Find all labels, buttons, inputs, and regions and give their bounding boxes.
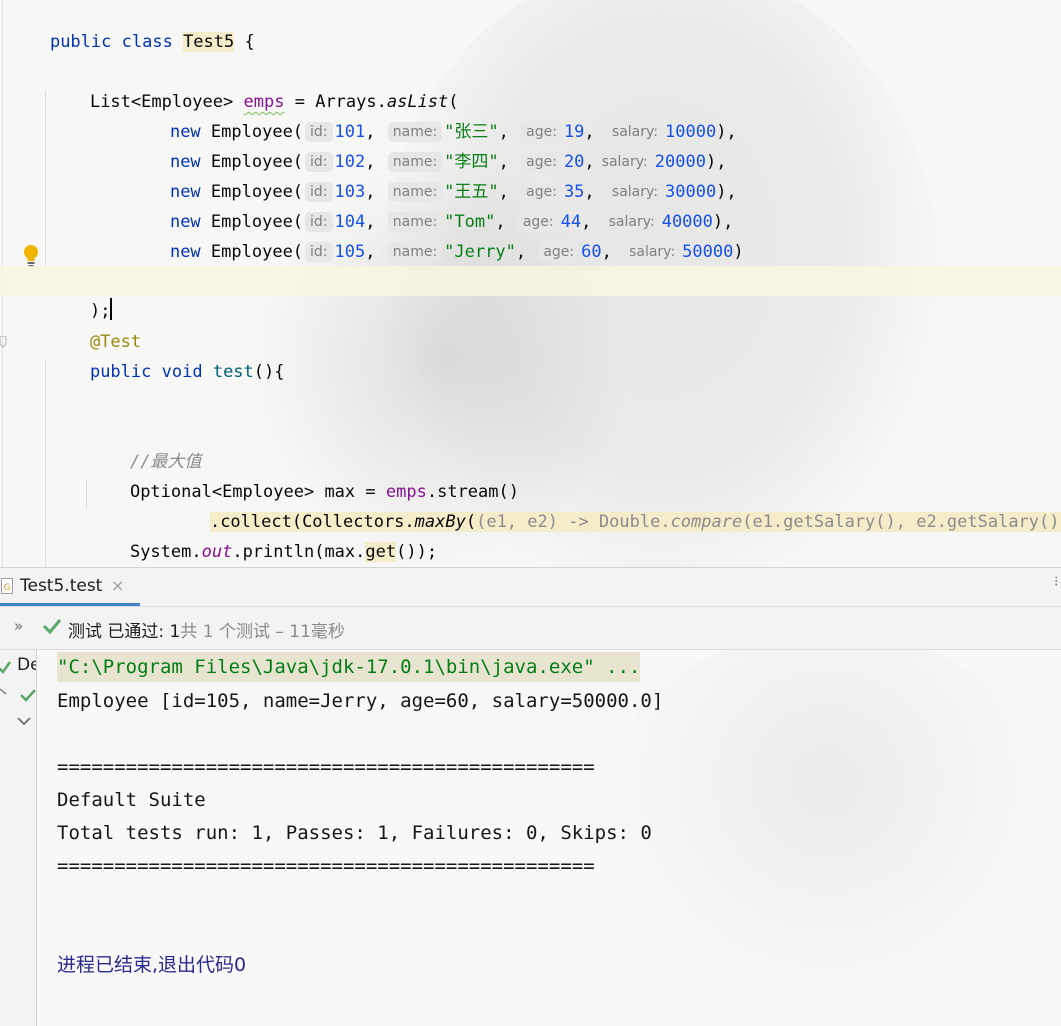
class-ref: System. [129, 542, 202, 562]
paren: ( [465, 512, 477, 532]
chevron-down-icon[interactable] [17, 716, 31, 726]
status-summary: 共 1 个测试 – 11毫秒 [180, 622, 345, 642]
console-line: ========================================… [57, 855, 595, 877]
console-line: Employee [id=105, name=Jerry, age=60, sa… [57, 690, 664, 712]
check-icon [42, 619, 62, 635]
code-line-employee[interactable]: new Employee(id: 101, name: "张三", age: 19, … [129, 87, 737, 142]
code-editor[interactable]: public class Test5 { List<Employee> emps… [0, 0, 1061, 567]
indent-guide [86, 480, 87, 510]
param-hint: id: [305, 242, 333, 262]
console-line-exit: 进程已结束,退出代码0 [57, 954, 247, 976]
run-tab-bar: G Test5.test × ⁝ [0, 568, 1061, 607]
test-tree: De [0, 650, 37, 1026]
method-name: get [365, 542, 397, 562]
tree-arrow-icon [0, 688, 7, 695]
svg-text:G: G [4, 583, 11, 593]
lambda-args: (e1.getSalary(), e2.getSalary()) [742, 512, 1061, 532]
test-status-bar: » 测试 已通过: 1共 1 个测试 – 11毫秒 [0, 607, 1061, 650]
number-literal: 50000 [682, 242, 734, 262]
indent-guide [45, 360, 46, 567]
keyword: void [161, 362, 203, 382]
keyword: public [89, 362, 152, 382]
code-line-employee[interactable]: new Employee(id: 104, name: "Tom", age: 44,… [129, 177, 733, 232]
code-line-employee[interactable]: new Employee(id: 102, name: "李四", age: 20, s… [129, 117, 726, 172]
punct: ()); [396, 542, 438, 562]
code-line-comment[interactable]: //最大值 [89, 417, 201, 472]
fold-marker-icon[interactable] [0, 336, 7, 348]
code-line-employee[interactable]: new Employee(id: 103, name: "王五", age: 35, … [129, 147, 737, 202]
string-literal: "Jerry" [444, 242, 516, 262]
code-line-list-decl[interactable]: List<Employee> emps = Arrays.asList( [49, 57, 459, 112]
lightbulb-icon[interactable] [22, 244, 40, 268]
background-image [597, 650, 1057, 1010]
code-line-println[interactable]: System.out.println(max.get()); [89, 507, 437, 562]
constructor: Employee( [210, 242, 304, 262]
method-name: compare [670, 512, 743, 532]
punct: (){ [253, 362, 285, 382]
lambda-params: (e1, e2) -> Double. [476, 512, 671, 532]
code-line-annotation[interactable]: @Test [49, 297, 141, 352]
test-run-icon: G [1, 578, 13, 594]
param-hint: name: [387, 242, 443, 262]
class-name: Test5 [183, 32, 235, 52]
check-icon [20, 689, 36, 702]
brace: { [244, 32, 255, 52]
expand-icon[interactable]: » [14, 617, 23, 635]
param-hint: salary: [624, 242, 681, 262]
status-passed: 测试 已通过: 1 [68, 622, 181, 642]
close-icon[interactable]: × [111, 576, 124, 595]
console-line: Default Suite [57, 789, 206, 811]
code-line-class-decl[interactable]: public class Test5 { [9, 0, 255, 52]
code-line-optional[interactable]: Optional<Employee> max = emps.stream() [89, 447, 519, 502]
param-hint: age: [538, 242, 580, 262]
console-line: ========================================… [57, 756, 595, 778]
tab-test5-test[interactable]: G Test5.test × [0, 568, 140, 606]
code-line-current[interactable]: ); [0, 266, 1061, 321]
code-line-employee[interactable]: new Employee(id: 105, name: "Jerry", age: 6… [129, 207, 744, 262]
tree-item-default-suite[interactable]: De [17, 655, 36, 675]
test-status-text: 测试 已通过: 1共 1 个测试 – 11毫秒 [68, 617, 345, 642]
keyword: public [49, 32, 112, 52]
code-line-collect[interactable]: .collect(Collectors.maxBy((e1, e2) -> Do… [169, 477, 1061, 532]
keyword: new [169, 242, 201, 262]
tab-label: Test5.test [20, 576, 103, 596]
console-output[interactable]: "C:\Program Files\Java\jdk-17.0.1\bin\ja… [37, 650, 1061, 1026]
code-line-method-decl[interactable]: public void test(){ [49, 327, 285, 382]
indent-guide [45, 90, 46, 270]
run-panel: G Test5.test × ⁝ » 测试 已通过: 1共 1 个测试 – 11… [0, 567, 1061, 1026]
check-icon [0, 661, 11, 674]
more-options-icon[interactable]: ⁝ [1054, 574, 1058, 590]
field-name: out [201, 542, 233, 562]
method-name: test [212, 362, 254, 382]
console-line: Total tests run: 1, Passes: 1, Failures:… [57, 822, 652, 844]
number-literal: 105 [334, 242, 366, 262]
keyword: class [121, 32, 173, 52]
number-literal: 60 [581, 242, 602, 262]
call-chain: .println(max. [232, 542, 366, 562]
console-line: "C:\Program Files\Java\jdk-17.0.1\bin\ja… [57, 652, 641, 682]
punct: ) [733, 242, 744, 262]
